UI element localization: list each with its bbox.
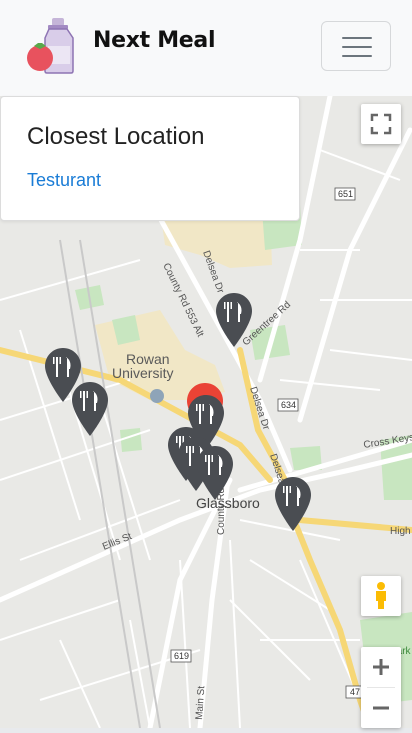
restaurant-pin[interactable]: [274, 476, 312, 532]
map-shield-619: 619: [174, 651, 189, 661]
hamburger-line: [342, 55, 372, 57]
map-label-high: High: [390, 526, 411, 537]
fullscreen-button[interactable]: [361, 104, 401, 144]
street-view-pegman-icon: [376, 582, 386, 609]
hamburger-line: [342, 46, 372, 48]
zoom-controls: [361, 647, 401, 728]
brand-title[interactable]: Next Meal: [93, 28, 216, 53]
map-shield-651: 651: [338, 189, 353, 199]
map-shield-47: 47: [350, 687, 360, 697]
brand-logo-icon[interactable]: [24, 16, 80, 76]
closest-restaurant-link[interactable]: Testurant: [27, 170, 101, 191]
navbar: Next Meal: [0, 0, 412, 96]
restaurant-pin[interactable]: [215, 292, 253, 348]
map-shield-634: 634: [281, 400, 296, 410]
hamburger-menu-icon: [342, 37, 372, 39]
restaurant-pin[interactable]: [71, 381, 109, 437]
zoom-in-button[interactable]: [361, 647, 401, 687]
plus-icon: [373, 659, 389, 675]
map-label-university: University: [112, 365, 173, 381]
restaurant-pin[interactable]: [196, 445, 234, 501]
zoom-out-button[interactable]: [361, 688, 401, 728]
menu-toggle-button[interactable]: [321, 21, 391, 71]
street-view-button[interactable]: [361, 576, 401, 616]
map-label-main: Main St: [194, 685, 207, 720]
fullscreen-icon: [370, 113, 392, 135]
card-title: Closest Location: [27, 123, 205, 150]
closest-location-card: Closest Location Testurant: [0, 96, 300, 221]
minus-icon: [373, 706, 389, 710]
